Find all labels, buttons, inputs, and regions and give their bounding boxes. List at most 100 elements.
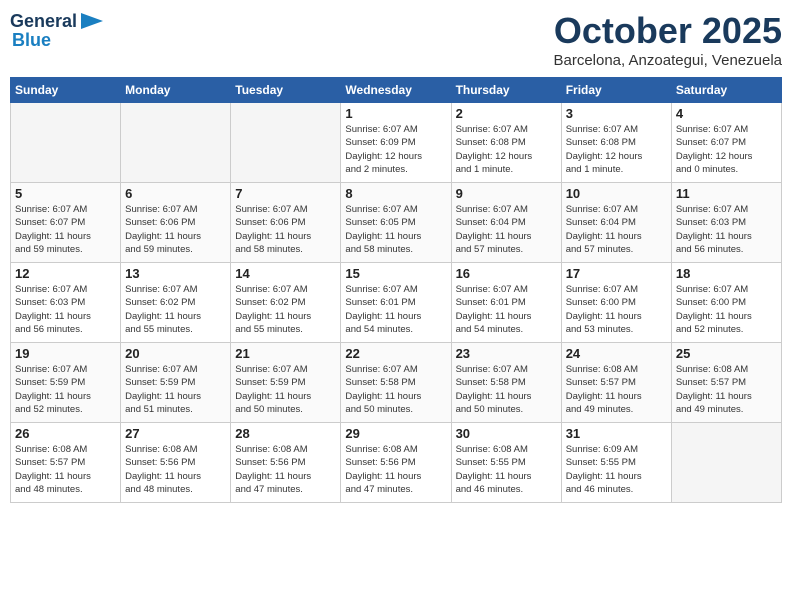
calendar-empty-cell [11, 103, 121, 183]
calendar-day-8: 8 Sunrise: 6:07 AMSunset: 6:05 PMDaylight… [341, 183, 451, 263]
day-info: Sunrise: 6:07 AMSunset: 6:01 PMDaylight:… [345, 283, 446, 336]
calendar-day-22: 22Sunrise: 6:07 AMSunset: 5:58 PMDayligh… [341, 343, 451, 423]
calendar-day-3: 3 Sunrise: 6:07 AMSunset: 6:08 PMDaylight… [561, 103, 671, 183]
day-number: 19 [15, 346, 116, 361]
calendar-day-20: 20 Sunrise: 6:07 AMSunset: 5:59 PMDayligh… [121, 343, 231, 423]
page-header: General Blue October 2025 Barcelona, Anz… [10, 10, 782, 69]
calendar-day-13: 13Sunrise: 6:07 AMSunset: 6:02 PMDayligh… [121, 263, 231, 343]
day-info: Sunrise: 6:08 AMSunset: 5:57 PMDaylight:… [676, 363, 777, 416]
day-number: 23 [456, 346, 557, 361]
day-number: 10 [566, 186, 667, 201]
calendar-day-14: 14 Sunrise: 6:07 AMSunset: 6:02 PMDayligh… [231, 263, 341, 343]
day-number: 24 [566, 346, 667, 361]
day-number: 16 [456, 266, 557, 281]
day-info: Sunrise: 6:07 AMSunset: 5:58 PMDaylight:… [456, 363, 557, 416]
calendar-day-21: 21 Sunrise: 6:07 AMSunset: 5:59 PMDayligh… [231, 343, 341, 423]
calendar-day-6: 6 Sunrise: 6:07 AMSunset: 6:06 PMDaylight… [121, 183, 231, 263]
day-number: 6 [125, 186, 226, 201]
day-info: Sunrise: 6:07 AMSunset: 6:02 PMDaylight:… [235, 283, 336, 336]
calendar-table: SundayMondayTuesdayWednesdayThursdayFrid… [10, 77, 782, 503]
weekday-header-friday: Friday [561, 78, 671, 103]
calendar-day-31: 31Sunrise: 6:09 AMSunset: 5:55 PMDayligh… [561, 423, 671, 503]
calendar-day-19: 19 Sunrise: 6:07 AMSunset: 5:59 PMDayligh… [11, 343, 121, 423]
day-number: 21 [235, 346, 336, 361]
calendar-day-4: 4Sunrise: 6:07 AMSunset: 6:07 PMDaylight… [671, 103, 781, 183]
day-number: 13 [125, 266, 226, 281]
calendar-day-5: 5 Sunrise: 6:07 AMSunset: 6:07 PMDaylight… [11, 183, 121, 263]
calendar-day-25: 25 Sunrise: 6:08 AMSunset: 5:57 PMDayligh… [671, 343, 781, 423]
day-number: 8 [345, 186, 446, 201]
day-info: Sunrise: 6:07 AMSunset: 6:08 PMDaylight:… [566, 123, 667, 176]
day-info: Sunrise: 6:07 AMSunset: 6:06 PMDaylight:… [125, 203, 226, 256]
day-info: Sunrise: 6:07 AMSunset: 6:05 PMDaylight:… [345, 203, 446, 256]
calendar-week-row: 5 Sunrise: 6:07 AMSunset: 6:07 PMDaylight… [11, 183, 782, 263]
day-info: Sunrise: 6:07 AMSunset: 6:09 PMDaylight:… [345, 123, 446, 176]
day-number: 5 [15, 186, 116, 201]
weekday-header-wednesday: Wednesday [341, 78, 451, 103]
day-info: Sunrise: 6:08 AMSunset: 5:57 PMDaylight:… [15, 443, 116, 496]
day-info: Sunrise: 6:07 AMSunset: 6:00 PMDaylight:… [676, 283, 777, 336]
day-info: Sunrise: 6:07 AMSunset: 5:59 PMDaylight:… [15, 363, 116, 416]
day-number: 26 [15, 426, 116, 441]
day-number: 20 [125, 346, 226, 361]
day-number: 3 [566, 106, 667, 121]
day-number: 2 [456, 106, 557, 121]
day-info: Sunrise: 6:07 AMSunset: 6:07 PMDaylight:… [15, 203, 116, 256]
calendar-day-23: 23 Sunrise: 6:07 AMSunset: 5:58 PMDayligh… [451, 343, 561, 423]
weekday-header-tuesday: Tuesday [231, 78, 341, 103]
day-number: 1 [345, 106, 446, 121]
calendar-day-7: 7Sunrise: 6:07 AMSunset: 6:06 PMDaylight… [231, 183, 341, 263]
day-number: 9 [456, 186, 557, 201]
day-number: 31 [566, 426, 667, 441]
day-info: Sunrise: 6:08 AMSunset: 5:56 PMDaylight:… [345, 443, 446, 496]
calendar-day-9: 9 Sunrise: 6:07 AMSunset: 6:04 PMDaylight… [451, 183, 561, 263]
logo-text: General [10, 12, 77, 32]
weekday-header-sunday: Sunday [11, 78, 121, 103]
calendar-day-27: 27Sunrise: 6:08 AMSunset: 5:56 PMDayligh… [121, 423, 231, 503]
day-number: 29 [345, 426, 446, 441]
day-number: 25 [676, 346, 777, 361]
calendar-day-26: 26 Sunrise: 6:08 AMSunset: 5:57 PMDayligh… [11, 423, 121, 503]
calendar-day-15: 15 Sunrise: 6:07 AMSunset: 6:01 PMDayligh… [341, 263, 451, 343]
calendar-empty-cell [231, 103, 341, 183]
calendar-day-12: 12 Sunrise: 6:07 AMSunset: 6:03 PMDayligh… [11, 263, 121, 343]
weekday-header-thursday: Thursday [451, 78, 561, 103]
day-number: 22 [345, 346, 446, 361]
day-number: 15 [345, 266, 446, 281]
weekday-header-row: SundayMondayTuesdayWednesdayThursdayFrid… [11, 78, 782, 103]
day-info: Sunrise: 6:07 AMSunset: 6:04 PMDaylight:… [566, 203, 667, 256]
day-number: 28 [235, 426, 336, 441]
day-info: Sunrise: 6:07 AMSunset: 6:03 PMDaylight:… [15, 283, 116, 336]
day-info: Sunrise: 6:07 AMSunset: 6:07 PMDaylight:… [676, 123, 777, 176]
month-title: October 2025 [553, 10, 782, 52]
day-number: 14 [235, 266, 336, 281]
calendar-day-24: 24 Sunrise: 6:08 AMSunset: 5:57 PMDayligh… [561, 343, 671, 423]
day-info: Sunrise: 6:07 AMSunset: 6:08 PMDaylight:… [456, 123, 557, 176]
calendar-day-11: 11 Sunrise: 6:07 AMSunset: 6:03 PMDayligh… [671, 183, 781, 263]
day-info: Sunrise: 6:07 AMSunset: 5:59 PMDaylight:… [125, 363, 226, 416]
day-info: Sunrise: 6:08 AMSunset: 5:57 PMDaylight:… [566, 363, 667, 416]
day-number: 11 [676, 186, 777, 201]
day-number: 12 [15, 266, 116, 281]
calendar-day-30: 30 Sunrise: 6:08 AMSunset: 5:55 PMDayligh… [451, 423, 561, 503]
calendar-day-16: 16Sunrise: 6:07 AMSunset: 6:01 PMDayligh… [451, 263, 561, 343]
day-info: Sunrise: 6:07 AMSunset: 6:00 PMDaylight:… [566, 283, 667, 336]
day-number: 18 [676, 266, 777, 281]
calendar-week-row: 1 Sunrise: 6:07 AMSunset: 6:09 PMDaylight… [11, 103, 782, 183]
calendar-empty-cell [671, 423, 781, 503]
day-number: 7 [235, 186, 336, 201]
calendar-day-18: 18 Sunrise: 6:07 AMSunset: 6:00 PMDayligh… [671, 263, 781, 343]
calendar-day-28: 28 Sunrise: 6:08 AMSunset: 5:56 PMDayligh… [231, 423, 341, 503]
day-info: Sunrise: 6:08 AMSunset: 5:56 PMDaylight:… [235, 443, 336, 496]
day-number: 30 [456, 426, 557, 441]
title-area: October 2025 Barcelona, Anzoategui, Vene… [553, 10, 782, 69]
day-info: Sunrise: 6:07 AMSunset: 5:59 PMDaylight:… [235, 363, 336, 416]
logo-arrow-icon [81, 13, 103, 29]
day-info: Sunrise: 6:07 AMSunset: 6:03 PMDaylight:… [676, 203, 777, 256]
day-info: Sunrise: 6:08 AMSunset: 5:55 PMDaylight:… [456, 443, 557, 496]
day-info: Sunrise: 6:07 AMSunset: 6:04 PMDaylight:… [456, 203, 557, 256]
day-info: Sunrise: 6:08 AMSunset: 5:56 PMDaylight:… [125, 443, 226, 496]
calendar-week-row: 19 Sunrise: 6:07 AMSunset: 5:59 PMDayligh… [11, 343, 782, 423]
calendar-week-row: 26 Sunrise: 6:08 AMSunset: 5:57 PMDayligh… [11, 423, 782, 503]
calendar-day-1: 1 Sunrise: 6:07 AMSunset: 6:09 PMDaylight… [341, 103, 451, 183]
